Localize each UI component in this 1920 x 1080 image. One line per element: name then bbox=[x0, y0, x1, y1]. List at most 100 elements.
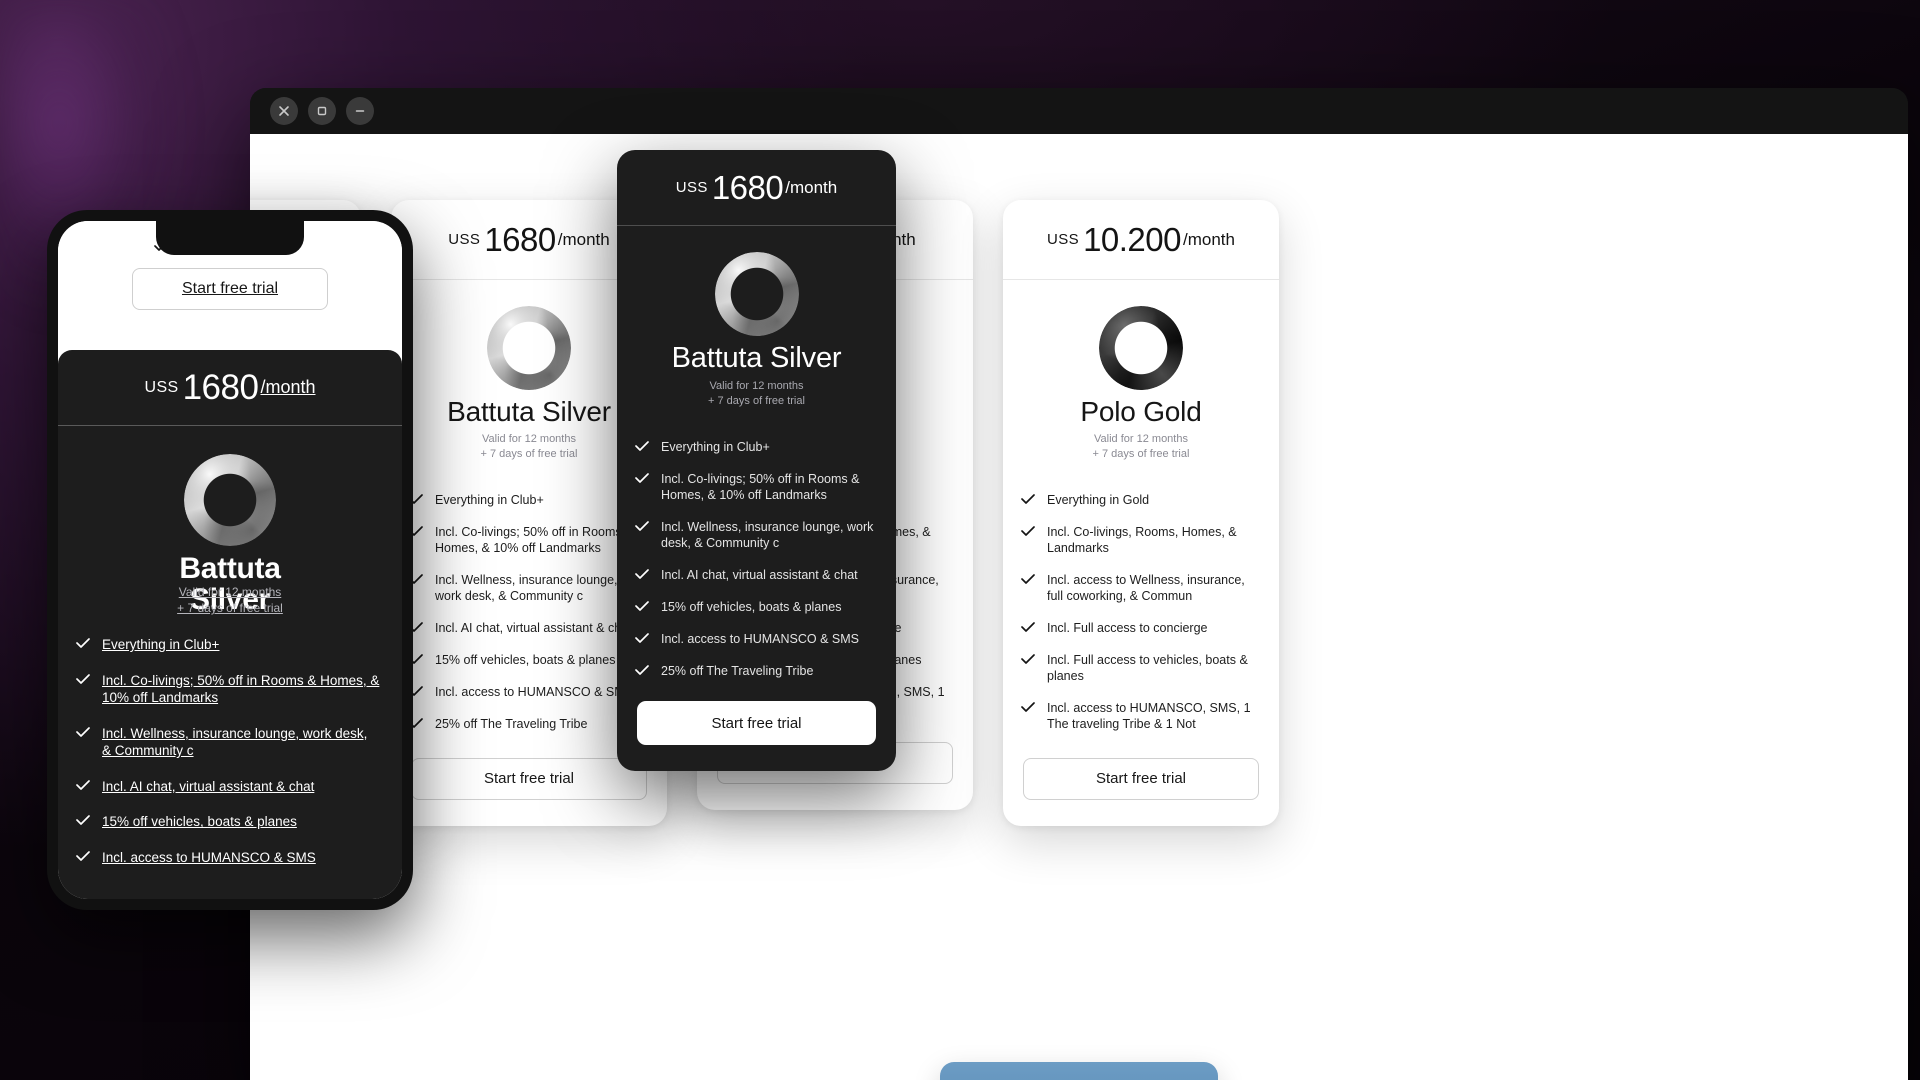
check-icon bbox=[635, 665, 649, 675]
phone-validity-line-1: Valid for 12 months bbox=[178, 585, 282, 599]
price-row: USS 10.200/month bbox=[1003, 200, 1279, 280]
check-icon bbox=[76, 726, 90, 737]
feature-item: 15% off vehicles, boats & planes bbox=[76, 813, 380, 831]
check-icon bbox=[1021, 494, 1035, 504]
feature-item: Incl. AI chat, virtual assistant & chat bbox=[409, 620, 647, 636]
feature-item: Incl. Co-livings; 50% off in Rooms & Hom… bbox=[409, 524, 647, 556]
feature-text: Incl. Wellness, insurance lounge, work d… bbox=[661, 520, 874, 551]
maximize-button[interactable] bbox=[308, 97, 336, 125]
check-icon bbox=[76, 850, 90, 861]
plan-validity: Valid for 12 months + 7 days of free tri… bbox=[617, 379, 896, 409]
feature-text: Everything in Club+ bbox=[661, 440, 770, 455]
feature-text: Incl. Co-livings, Rooms, Homes, & Landma… bbox=[1047, 524, 1237, 555]
feature-item: Incl. AI chat, virtual assistant & chat bbox=[635, 567, 876, 583]
validity-line-2: + 7 days of free trial bbox=[1092, 448, 1190, 461]
feature-text: Incl. AI chat, virtual assistant & chat bbox=[102, 778, 315, 794]
currency-label: USS bbox=[1047, 231, 1080, 248]
feature-text: Incl. Co-livings; 50% off in Rooms & Hom… bbox=[102, 672, 380, 706]
plan-validity: Valid for 12 months + 7 days of free tria… bbox=[1003, 432, 1279, 462]
black-ring-icon bbox=[1099, 306, 1183, 390]
check-icon bbox=[635, 473, 649, 483]
feature-text: Incl. access to HUMANSCO & SMS bbox=[661, 632, 859, 647]
silver-ring-icon bbox=[714, 252, 799, 336]
feature-text: Incl. access to HUMANSCO & SMS bbox=[102, 849, 316, 865]
phone-screen: 10% o Start free trial USS 1680 /month B… bbox=[58, 221, 402, 899]
phone-notch bbox=[156, 221, 304, 255]
start-free-trial-button[interactable]: Start free trial bbox=[1023, 757, 1259, 800]
phone-price-period: /month bbox=[260, 377, 316, 397]
validity-line-1: Valid for 12 months bbox=[1094, 433, 1188, 446]
check-icon bbox=[1021, 574, 1035, 584]
price-period: /month bbox=[785, 177, 838, 197]
maximize-icon bbox=[316, 105, 328, 117]
feature-item: Everything in Club+ bbox=[76, 636, 380, 654]
phone-plan-title-stack: Battuta Silver Valid for 12 months + 7 d… bbox=[58, 553, 402, 630]
phone-currency-label: USS bbox=[144, 378, 179, 396]
feature-item: Everything in Club+ bbox=[635, 439, 876, 455]
feature-text: Incl. AI chat, virtual assistant & chat bbox=[435, 620, 632, 635]
silver-ring-icon bbox=[487, 306, 571, 390]
check-icon bbox=[635, 569, 649, 579]
check-icon bbox=[76, 638, 90, 648]
currency-label: USS bbox=[448, 231, 481, 248]
feature-item: Incl. access to HUMANSCO, SMS, 1 The tra… bbox=[1021, 700, 1259, 732]
minimize-icon bbox=[354, 105, 366, 117]
feature-text: 25% off The Traveling Tribe bbox=[435, 716, 588, 731]
feature-item: Incl. access to HUMANSCO & SMS bbox=[635, 631, 876, 647]
phone-mockup: 10% o Start free trial USS 1680 /month B… bbox=[47, 210, 413, 910]
feature-item: Incl. Co-livings; 50% off in Rooms & Hom… bbox=[76, 672, 380, 707]
validity-line-1: Valid for 12 months bbox=[482, 433, 576, 446]
feature-text: Incl. access to HUMANSCO, SMS, 1 The tra… bbox=[1047, 700, 1251, 731]
plan-emblem-wrap bbox=[617, 252, 896, 336]
validity-line-2: + 7 days of free trial bbox=[708, 395, 805, 408]
check-icon bbox=[635, 633, 649, 643]
phone-start-free-trial-button[interactable]: Start free trial bbox=[132, 268, 328, 310]
start-free-trial-button[interactable]: Start free trial bbox=[637, 701, 876, 746]
close-button[interactable] bbox=[270, 97, 298, 125]
feature-text: Incl. Wellness, insurance lounge, work d… bbox=[102, 725, 368, 759]
plan-emblem-wrap bbox=[1003, 306, 1279, 390]
price-period: /month bbox=[557, 229, 610, 249]
check-icon bbox=[635, 441, 649, 451]
feature-text: Incl. AI chat, virtual assistant & chat bbox=[661, 568, 858, 583]
check-icon bbox=[635, 521, 649, 531]
check-icon bbox=[76, 779, 90, 790]
phone-silver-ring-icon bbox=[184, 454, 276, 546]
feature-item: Incl. access to HUMANSCO & SMS bbox=[76, 849, 380, 867]
phone-dark-card: USS 1680 /month Battuta Silver Valid for… bbox=[58, 350, 402, 899]
feature-item: Incl. Co-livings; 50% off in Rooms & Hom… bbox=[635, 471, 876, 503]
feature-item: Incl. AI chat, virtual assistant & chat bbox=[76, 778, 380, 796]
feature-item: Incl. Co-livings, Rooms, Homes, & Landma… bbox=[1021, 524, 1259, 556]
feature-item: 25% off The Traveling Tribe bbox=[635, 663, 876, 679]
pricing-card-polo-gold-black[interactable]: USS 10.200/month Polo Gold Valid for 12 mon… bbox=[1003, 200, 1279, 826]
feature-text: Incl. Full access to concierge bbox=[1047, 620, 1208, 635]
feature-text: Incl. access to Wellness, insurance, ful… bbox=[1047, 572, 1245, 603]
feature-item: Incl. Wellness, insurance lounge, work d… bbox=[635, 519, 876, 551]
feature-text: 15% off vehicles, boats & planes bbox=[102, 814, 297, 830]
feature-text: 15% off vehicles, boats & planes bbox=[435, 652, 616, 667]
feature-text: Incl. Co-livings; 50% off in Rooms & Hom… bbox=[435, 524, 634, 555]
phone-feature-list: Everything in Club+ Incl. Co-livings; 50%… bbox=[58, 630, 402, 866]
check-icon bbox=[76, 815, 90, 826]
check-icon bbox=[635, 601, 649, 611]
feature-item: Incl. Wellness, insurance lounge, work d… bbox=[76, 725, 380, 760]
app-window: 44/monthhart ClubValid for 12 months+ 7 … bbox=[250, 88, 1908, 1080]
validity-line-1: Valid for 12 months bbox=[709, 380, 804, 393]
phone-plan-validity: Valid for 12 months + 7 days of free tri… bbox=[58, 584, 402, 616]
feature-text: 25% off The Traveling Tribe bbox=[661, 664, 814, 679]
price-amount: 10.200 bbox=[1083, 221, 1181, 258]
floating-pricing-card-battuta-silver[interactable]: USS 1680 /month Battuta Silver Valid for… bbox=[617, 150, 896, 772]
feature-item: Incl. access to Wellness, insurance, ful… bbox=[1021, 572, 1259, 604]
minimize-button[interactable] bbox=[346, 97, 374, 125]
feature-text: 15% off vehicles, boats & planes bbox=[661, 600, 842, 615]
feature-item: Incl. access to HUMANSCO & SMS bbox=[409, 684, 647, 700]
feature-item: Everything in Club+ bbox=[409, 492, 647, 508]
feature-item: 15% off vehicles, boats & planes bbox=[409, 652, 647, 668]
check-icon bbox=[1021, 622, 1035, 632]
feature-text: Incl. Full access to vehicles, boats & p… bbox=[1047, 652, 1248, 683]
start-free-trial-button[interactable]: Start free trial bbox=[411, 757, 647, 800]
feature-list: Everything in Club+ Incl. Co-livings; 50%… bbox=[617, 439, 896, 679]
plan-name: Polo Gold bbox=[1080, 396, 1202, 427]
bottom-action-pill[interactable] bbox=[940, 1062, 1218, 1080]
feature-item: Incl. Full access to concierge bbox=[1021, 620, 1259, 636]
